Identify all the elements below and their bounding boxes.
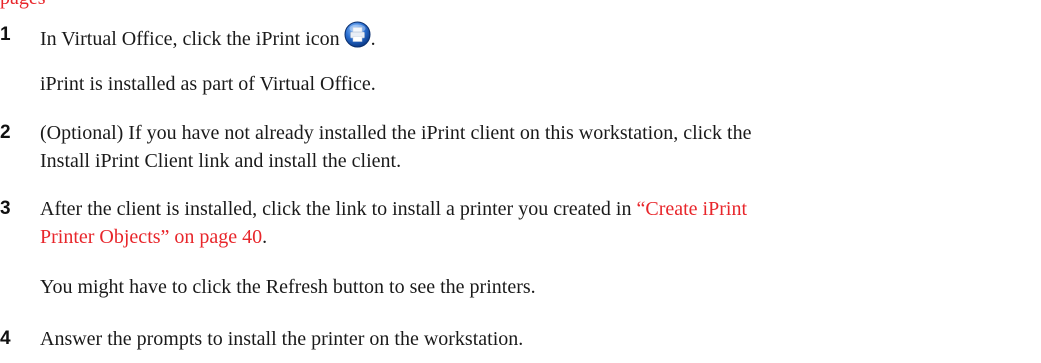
step-text: Answer the prompts to install the printe… (40, 328, 524, 350)
step-1-period: . (370, 28, 376, 50)
step-text: After the client is installed, click the… (40, 195, 1030, 251)
step-number: 1 (0, 24, 11, 45)
step-3-period: . (262, 226, 268, 248)
step-3-text: After the client is installed, click the… (40, 198, 637, 220)
step-3-line-2: Printer Objects” on page 40. (40, 223, 1030, 251)
step-3-note: You might have to click the Refresh butt… (40, 276, 536, 298)
cross-reference-link[interactable]: “Create iPrint (636, 198, 747, 220)
step-number: 2 (0, 122, 11, 143)
step-text: (Optional) If you have not already insta… (40, 119, 1030, 175)
step-number: 4 (0, 328, 11, 349)
step-3-line-1: After the client is installed, click the… (40, 195, 1030, 223)
step-2-line-1: (Optional) If you have not already insta… (40, 122, 752, 144)
step-text: In Virtual Office, click the iPrint icon… (40, 21, 1030, 53)
printer-icon (344, 21, 371, 48)
step-2-line-2: Install iPrint Client link and install t… (40, 150, 402, 172)
cross-reference-link-continued[interactable]: Printer Objects” on page 40 (40, 226, 262, 248)
step-1-note: iPrint is installed as part of Virtual O… (40, 73, 376, 95)
document-page: pages 1 In Virtual Office, click the iPr… (0, 0, 1041, 363)
step-1-text: In Virtual Office, click the iPrint icon (40, 28, 340, 50)
page-header-fragment: pages (0, 0, 46, 10)
step-number: 3 (0, 198, 11, 219)
